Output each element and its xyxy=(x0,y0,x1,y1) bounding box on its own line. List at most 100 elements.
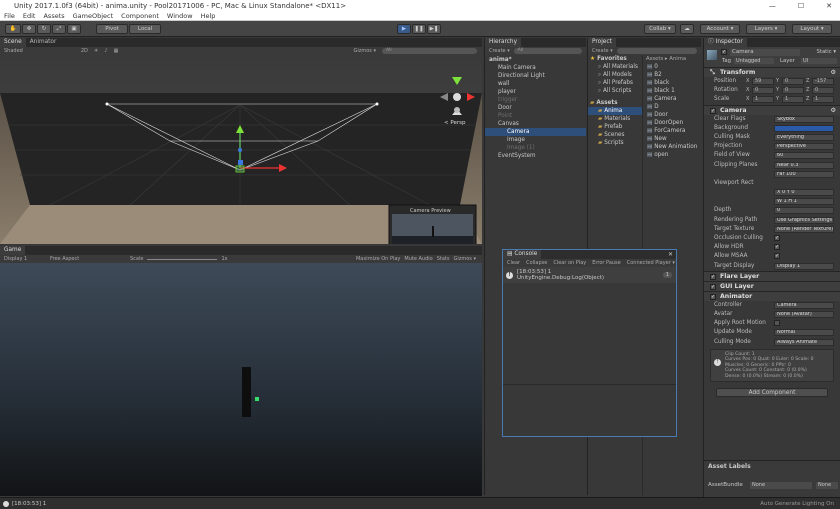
prop-value-field[interactable]: Camera xyxy=(774,301,834,309)
root-motion-checkbox[interactable] xyxy=(774,320,780,327)
prop-value-field[interactable]: W 1 H 1 xyxy=(774,198,834,206)
effects-icon[interactable]: ▦ xyxy=(114,48,119,54)
scale-slider[interactable] xyxy=(147,258,218,260)
account-dropdown[interactable]: Account ▾ xyxy=(700,24,740,34)
animator-component-header[interactable]: ✓ Animator xyxy=(704,290,840,301)
camera-component-header[interactable]: ✓ Camera ⚙ xyxy=(704,104,840,115)
tab-hierarchy[interactable]: Hierarchy xyxy=(485,38,522,47)
tab-project[interactable]: Project xyxy=(588,38,616,47)
project-file[interactable]: ▤ New Animation xyxy=(643,143,701,151)
aspect-dropdown[interactable]: Free Aspect xyxy=(50,256,126,262)
favorite-item[interactable]: ⌕ All Materials xyxy=(588,63,642,71)
animator-enabled-checkbox[interactable]: ✓ xyxy=(710,293,716,300)
tag-dropdown[interactable]: Untagged xyxy=(734,58,774,64)
transform-z-field[interactable]: 1 xyxy=(812,96,834,104)
project-create-dropdown[interactable]: Create ▾ xyxy=(592,48,613,54)
maximize-on-play-toggle[interactable]: Maximize On Play xyxy=(356,256,400,262)
project-file[interactable]: ▤ Door xyxy=(643,111,701,119)
add-component-button[interactable]: Add Component xyxy=(716,388,828,398)
prop-value-field[interactable]: None (Avatar) xyxy=(774,310,834,318)
rotate-tool-icon[interactable]: ↻ xyxy=(37,24,51,34)
assetbundle-variant-dropdown[interactable]: None xyxy=(816,482,838,489)
console-clear-on-play-button[interactable]: Clear on Play xyxy=(553,260,586,266)
pause-button[interactable]: ❚❚ xyxy=(412,24,426,34)
prop-value-field[interactable]: 0 xyxy=(774,207,834,215)
hierarchy-item[interactable]: trigger xyxy=(485,96,586,104)
hierarchy-item[interactable]: Image (1) xyxy=(485,144,586,152)
hierarchy-search-input[interactable]: All xyxy=(513,48,582,54)
console-connected-player-button[interactable]: Connected Player ▾ xyxy=(627,260,675,266)
prop-value-field[interactable]: Normal xyxy=(774,329,834,337)
console-error-pause-button[interactable]: Error Pause xyxy=(592,260,620,266)
assets-header[interactable]: ▰ Assets xyxy=(588,99,642,107)
favorite-item[interactable]: ⌕ All Models xyxy=(588,71,642,79)
project-file[interactable]: ▤ open xyxy=(643,151,701,159)
menu-help[interactable]: Help xyxy=(201,12,216,20)
layers-dropdown[interactable]: Layers ▾ xyxy=(746,24,786,34)
gui-layer-header[interactable]: ✓ GUI Layer xyxy=(704,280,840,291)
prop-value-field[interactable]: None (Render Texture) xyxy=(774,225,834,233)
prop-checkbox[interactable]: ✓ xyxy=(774,235,780,241)
console-collapse-button[interactable]: Collapse xyxy=(526,260,547,266)
transform-z-field[interactable]: -157 xyxy=(812,78,834,85)
scale-tool-icon[interactable]: ⤢ xyxy=(52,24,66,34)
move-tool-icon[interactable]: ✥ xyxy=(22,24,36,34)
pivot-toggle[interactable]: Pivot xyxy=(96,24,128,34)
hierarchy-item[interactable]: Point xyxy=(485,112,586,120)
project-file[interactable]: ▤ black xyxy=(643,79,701,87)
hierarchy-item[interactable]: Camera xyxy=(485,128,586,136)
prop-value-field[interactable]: X 0 Y 0 xyxy=(774,189,834,197)
project-file[interactable]: ▤ ForCamera xyxy=(643,127,701,135)
flare-layer-header[interactable]: ✓ Flare Layer xyxy=(704,270,840,281)
hierarchy-item[interactable]: Image xyxy=(485,136,586,144)
hierarchy-item[interactable]: anima* xyxy=(485,56,586,64)
favorites-header[interactable]: ★ Favorites xyxy=(588,55,642,63)
transform-x-field[interactable]: 1 xyxy=(752,96,774,104)
game-gizmos-dropdown[interactable]: Gizmos ▾ xyxy=(453,256,476,262)
gizmos-dropdown[interactable]: Gizmos ▾ xyxy=(353,48,376,54)
console-close-icon[interactable]: ✕ xyxy=(668,251,676,258)
prop-value-field[interactable]: Near 0.3 xyxy=(774,161,834,169)
cloud-icon[interactable]: ☁ xyxy=(680,24,694,34)
minimize-icon[interactable]: — xyxy=(769,0,776,12)
transform-y-field[interactable]: 0 xyxy=(782,87,804,95)
tab-animator[interactable]: Animator xyxy=(26,38,61,47)
gui-enabled-checkbox[interactable]: ✓ xyxy=(710,283,716,290)
hierarchy-item[interactable]: Main Camera xyxy=(485,64,586,72)
tab-game[interactable]: Game xyxy=(0,246,26,255)
tab-inspector[interactable]: ⓘ Inspector xyxy=(704,38,747,47)
favorite-item[interactable]: ⌕ All Prefabs xyxy=(588,79,642,87)
close-icon[interactable]: ✕ xyxy=(826,0,832,12)
transform-component-header[interactable]: ⤡ Transform ⚙ xyxy=(704,67,840,77)
prop-value-field[interactable]: Always Animate xyxy=(774,338,834,346)
prop-checkbox[interactable]: ✓ xyxy=(774,244,780,251)
active-checkbox[interactable]: ✓ xyxy=(721,49,727,55)
menu-window[interactable]: Window xyxy=(167,12,193,20)
step-button[interactable]: ▶❚ xyxy=(427,24,441,34)
project-file[interactable]: ▤ 0 xyxy=(643,63,701,71)
hierarchy-item[interactable]: Directional Light xyxy=(485,72,586,80)
static-dropdown[interactable]: Static ▾ xyxy=(817,49,837,55)
prop-value-field[interactable]: Everything xyxy=(774,133,834,141)
maximize-icon[interactable]: ☐ xyxy=(798,0,804,12)
project-folder[interactable]: ▰ Scenes xyxy=(588,131,642,139)
hand-tool-icon[interactable]: ✋ xyxy=(5,24,21,34)
collab-dropdown[interactable]: Collab ▾ xyxy=(644,24,676,34)
project-folder[interactable]: ▰ Materials xyxy=(588,115,642,123)
hierarchy-item[interactable]: EventSystem xyxy=(485,152,586,160)
prop-value-field[interactable]: Skybox xyxy=(774,115,834,123)
hierarchy-item[interactable]: player xyxy=(485,88,586,96)
hierarchy-item[interactable]: Canvas xyxy=(485,120,586,128)
menu-assets[interactable]: Assets xyxy=(43,12,64,20)
hierarchy-item[interactable]: wall xyxy=(485,80,586,88)
flare-enabled-checkbox[interactable]: ✓ xyxy=(710,273,716,280)
layer-dropdown[interactable]: UI xyxy=(801,58,837,64)
shading-dropdown[interactable]: Shaded xyxy=(4,48,23,54)
scene-search-input[interactable]: All xyxy=(382,48,477,54)
menu-edit[interactable]: Edit xyxy=(23,12,36,20)
2d-toggle[interactable]: 2D xyxy=(81,48,88,54)
prop-value-field[interactable]: Use Graphics Settings xyxy=(774,216,834,224)
menu-file[interactable]: File xyxy=(4,12,15,20)
project-folder[interactable]: ▰ Prefab xyxy=(588,123,642,131)
project-folder[interactable]: ▰ Scripts xyxy=(588,139,642,147)
